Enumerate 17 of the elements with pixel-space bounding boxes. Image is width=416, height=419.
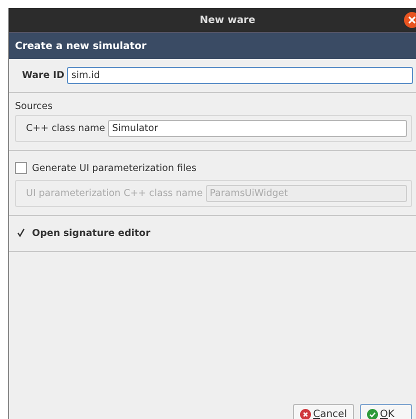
header-title: Create a new simulator bbox=[15, 40, 146, 52]
checkbox[interactable] bbox=[15, 227, 27, 239]
checkbox-label: Generate UI parameterization files bbox=[32, 162, 196, 174]
field-label: UI parameterization C++ class name bbox=[26, 188, 203, 199]
field-label: C++ class name bbox=[26, 123, 106, 134]
ok-icon bbox=[367, 408, 378, 419]
section-title: Sources bbox=[14, 100, 54, 114]
field-label: Ware ID bbox=[22, 70, 64, 81]
input-field[interactable]: sim.id bbox=[67, 67, 413, 84]
window-title: New ware bbox=[200, 14, 256, 26]
cancel-icon bbox=[300, 408, 312, 419]
ok-button[interactable]: OK bbox=[360, 404, 412, 419]
cancel-button[interactable]: Cancel bbox=[293, 404, 354, 419]
checkbox[interactable] bbox=[15, 162, 27, 174]
close-icon[interactable] bbox=[404, 12, 416, 28]
checkbox-label: Open signature editor bbox=[32, 228, 150, 238]
input-field[interactable]: Simulator bbox=[108, 120, 407, 137]
